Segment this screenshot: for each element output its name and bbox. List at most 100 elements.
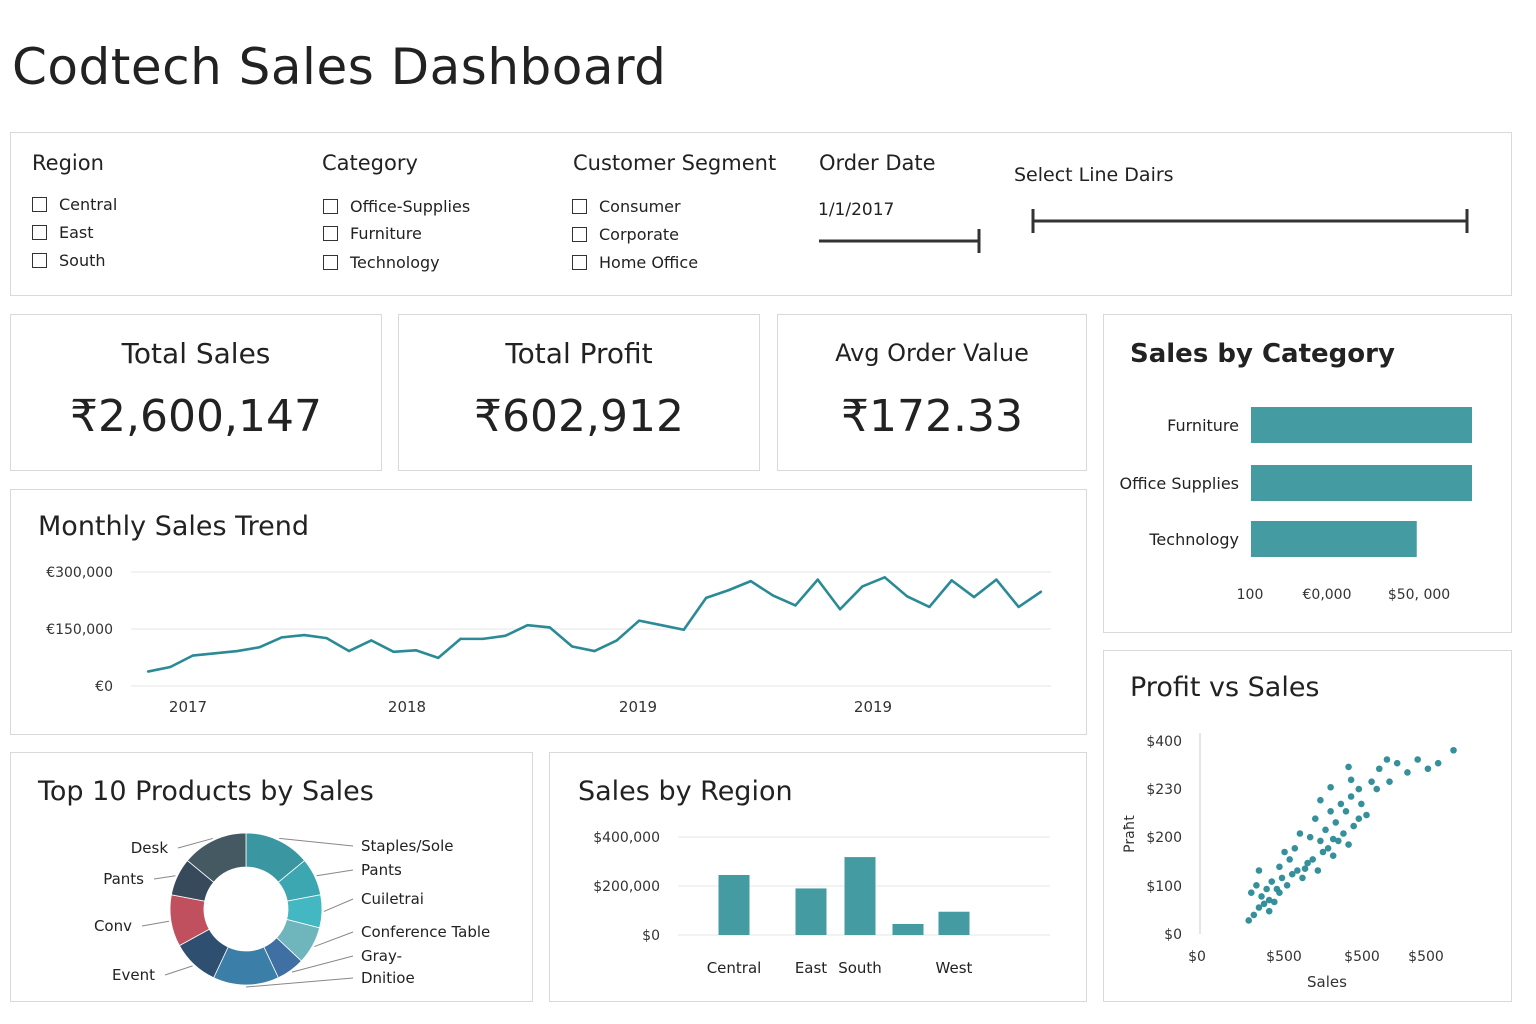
x-tick-label: Central — [707, 959, 762, 977]
donut-label: Pants — [361, 861, 402, 879]
region-option-south[interactable]: South — [32, 251, 106, 270]
scatter-point — [1340, 830, 1347, 837]
scatter-point — [1386, 778, 1393, 785]
scatter-point — [1450, 746, 1457, 754]
trend-point — [593, 649, 596, 653]
scatter-point — [1283, 882, 1291, 889]
trend-point — [995, 578, 998, 581]
trend-point — [169, 665, 172, 669]
trend-point — [548, 626, 552, 629]
y-tick-label: €300,000 — [46, 565, 113, 581]
bar-office-supplies — [1251, 465, 1472, 501]
scatter-point — [1265, 907, 1273, 915]
leader-line — [153, 875, 176, 880]
y-tick-label: $0 — [1164, 927, 1182, 943]
x-axis-label: Sales — [1307, 973, 1347, 991]
monthly-sales-trend-chart: €300,000 €150,000 €0 2017 2018 2019 2019 — [46, 565, 1051, 716]
scatter-point — [1309, 856, 1317, 863]
donut-label: Pants — [103, 870, 144, 888]
kpi-card-avg-order-value: Avg Order Value ₹172.33 — [777, 314, 1087, 471]
segment-option-consumer[interactable]: Consumer — [572, 197, 681, 216]
scatter-point — [1393, 759, 1401, 767]
scatter-point — [1363, 811, 1370, 819]
category-option-furniture[interactable]: Furniture — [323, 224, 422, 243]
scatter-point — [1314, 867, 1322, 874]
checkbox[interactable] — [572, 227, 587, 242]
checkbox[interactable] — [32, 225, 47, 240]
scatter-point — [1247, 889, 1255, 896]
x-tick-label: South — [838, 959, 882, 977]
trend-point — [883, 576, 886, 579]
trend-point — [213, 652, 217, 655]
kpi-label: Total Sales — [121, 337, 271, 370]
scatter-point — [1322, 826, 1329, 834]
checkbox[interactable] — [32, 253, 47, 268]
checkbox[interactable] — [32, 197, 47, 212]
bar-furniture — [1251, 407, 1472, 443]
x-tick-label: 2019 — [854, 698, 892, 716]
donut-label: Desk — [131, 839, 169, 857]
x-tick-label: €0,000 — [1303, 587, 1352, 603]
scatter-point — [1286, 856, 1293, 863]
scatter-point — [1301, 865, 1309, 872]
segment-option-corporate[interactable]: Corporate — [572, 225, 679, 244]
donut-label: Gray- — [361, 947, 402, 965]
trend-point — [258, 646, 261, 649]
checkbox[interactable] — [572, 255, 587, 270]
checkbox[interactable] — [572, 199, 587, 214]
donut-label: Conference Table — [361, 923, 490, 941]
segment-option-home-office[interactable]: Home Office — [572, 253, 698, 272]
segment-filter-title: Customer Segment — [573, 151, 777, 175]
trend-point — [280, 636, 284, 639]
page-title: Codtech Sales Dashboard — [12, 38, 667, 96]
trend-point — [191, 654, 194, 657]
bar-west — [938, 911, 970, 935]
bar-unlabeled — [892, 923, 924, 935]
trend-point — [146, 670, 150, 673]
leader-line — [323, 898, 354, 912]
trend-point — [972, 595, 976, 599]
trend-point — [459, 637, 462, 641]
profit-vs-sales-panel: Profit vs Sales $400 $230 $200 $100 $0 $0 $500… — [1103, 650, 1512, 1002]
x-tick-label: West — [936, 959, 973, 977]
scatter-point — [1424, 765, 1432, 773]
trend-point — [905, 595, 909, 598]
order-date-value[interactable]: 1/1/2017 — [818, 200, 894, 220]
x-tick-label: $50, 000 — [1388, 587, 1450, 603]
x-tick-label: $0 — [1188, 949, 1206, 965]
scatter-point — [1358, 800, 1365, 808]
trend-point — [749, 579, 752, 583]
trend-point — [928, 605, 931, 609]
checkbox[interactable] — [323, 226, 338, 241]
order-date-slider[interactable] — [816, 227, 986, 255]
category-option-office-supplies[interactable]: Office-Supplies — [323, 197, 470, 216]
scatter-point — [1355, 785, 1363, 793]
y-tick-label: $200 — [1146, 830, 1182, 846]
y-tick-label: €0 — [95, 679, 113, 695]
date-range-slider[interactable] — [1029, 207, 1475, 235]
trend-point — [370, 639, 373, 642]
profit-vs-sales-chart: $400 $230 $200 $100 $0 $0 $500 $500 $500 Sales Pra… — [1122, 733, 1457, 991]
region-option-east[interactable]: East — [32, 223, 94, 242]
bar-central — [718, 874, 750, 935]
scatter-point — [1332, 819, 1340, 826]
x-tick-label: 2018 — [388, 698, 426, 716]
leader-line — [279, 837, 354, 847]
sales-by-category-chart: Furniture Office Supplies Technology 100 €0,… — [1120, 407, 1472, 603]
scatter-point — [1404, 769, 1411, 776]
scatter-point — [1375, 765, 1383, 773]
donut-label: Dnitioe — [361, 969, 415, 987]
trend-point — [704, 596, 708, 600]
sales-by-region-chart: $400,000 $200,000 $0 Central East South West — [593, 830, 1050, 977]
checkbox[interactable] — [323, 255, 338, 270]
donut-label: Conv — [94, 917, 132, 935]
scatter-point — [1276, 863, 1283, 871]
region-option-central[interactable]: Central — [32, 195, 117, 214]
kpi-value: ₹2,600,147 — [70, 391, 322, 442]
category-option-technology[interactable]: Technology — [323, 253, 440, 272]
checkbox[interactable] — [323, 199, 338, 214]
monthly-sales-trend-panel: Monthly Sales Trend €300,000 €150,000 €0 20… — [10, 489, 1087, 735]
trend-point — [303, 633, 306, 637]
y-axis-label: Praħt — [1122, 815, 1138, 853]
scatter-point — [1368, 778, 1375, 785]
